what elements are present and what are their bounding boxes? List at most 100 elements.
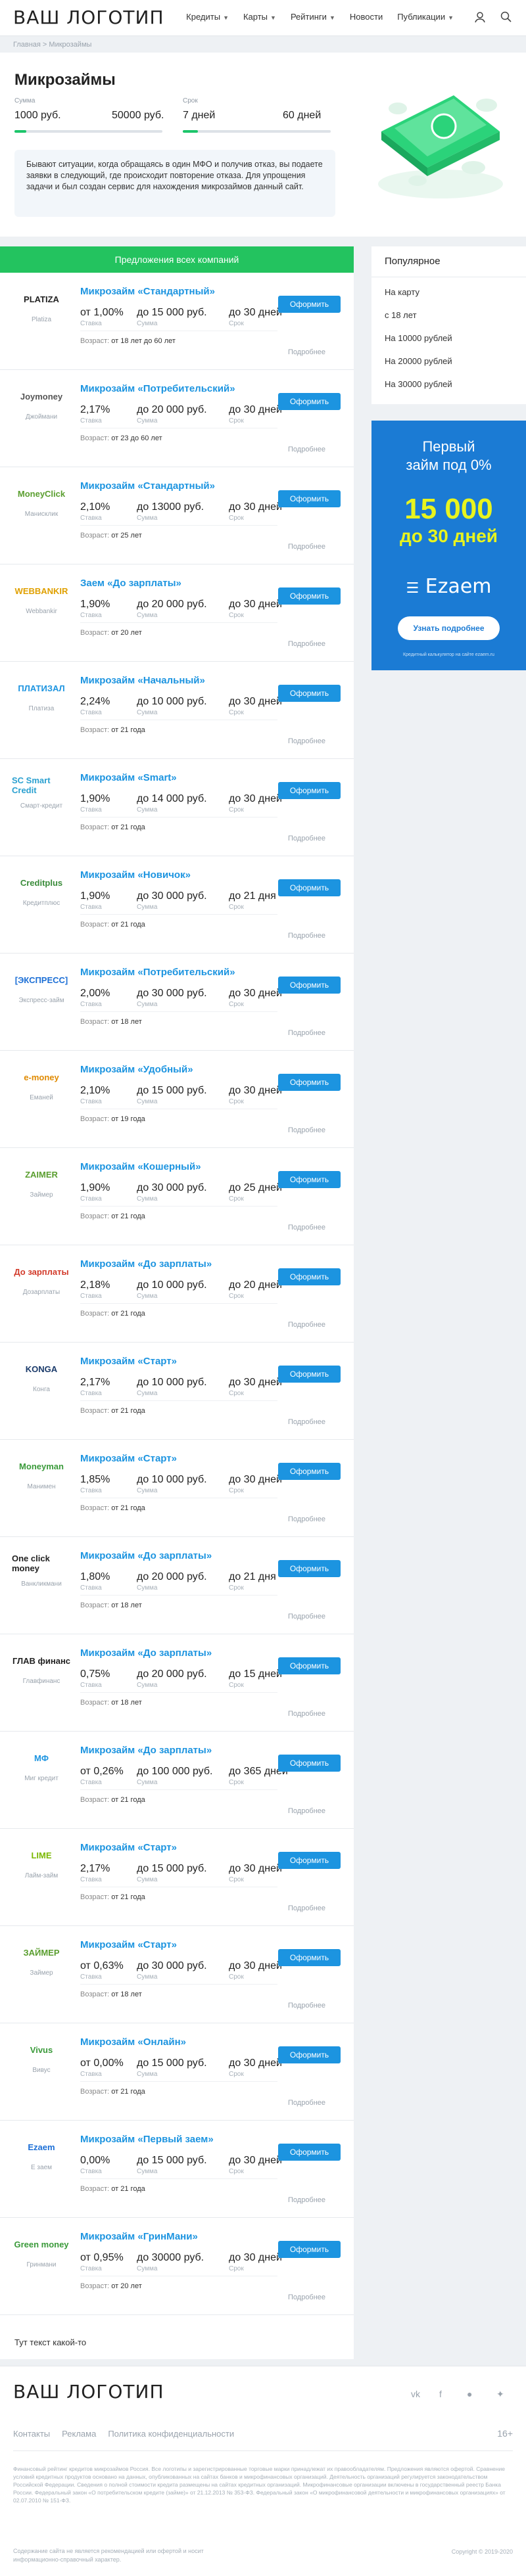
apply-button[interactable]: Оформить bbox=[278, 1560, 341, 1577]
details-link[interactable]: Подробнее bbox=[288, 1029, 325, 1037]
apply-button[interactable]: Оформить bbox=[278, 685, 341, 702]
details-link[interactable]: Подробнее bbox=[288, 1807, 325, 1815]
banner-button[interactable]: Узнать подробнее bbox=[398, 616, 500, 640]
offer-title[interactable]: Микрозайм «Потребительский» bbox=[80, 383, 235, 394]
user-icon[interactable] bbox=[473, 11, 487, 24]
vk-icon[interactable]: vk bbox=[411, 2389, 420, 2399]
apply-button[interactable]: Оформить bbox=[278, 977, 341, 994]
details-link[interactable]: Подробнее bbox=[288, 348, 325, 356]
sidebar-item-18[interactable]: с 18 лет bbox=[385, 310, 417, 320]
company-logo[interactable]: [ЭКСПРЕСС] bbox=[12, 967, 71, 993]
apply-button[interactable]: Оформить bbox=[278, 2144, 341, 2161]
company-logo[interactable]: e-money bbox=[12, 1064, 71, 1090]
company-logo[interactable]: ЗАЙМЕР bbox=[12, 1939, 71, 1966]
details-link[interactable]: Подробнее bbox=[288, 1710, 325, 1718]
offer-title[interactable]: Микрозайм «Начальный» bbox=[80, 675, 205, 686]
details-link[interactable]: Подробнее bbox=[288, 932, 325, 940]
apply-button[interactable]: Оформить bbox=[278, 587, 341, 605]
nav-cards[interactable]: Карты ▼ bbox=[243, 12, 276, 22]
apply-button[interactable]: Оформить bbox=[278, 2241, 341, 2258]
company-logo[interactable]: До зарплаты bbox=[12, 1258, 71, 1285]
twitter-icon[interactable]: ✦ bbox=[496, 2389, 504, 2400]
details-link[interactable]: Подробнее bbox=[288, 446, 325, 453]
offer-title[interactable]: Микрозайм «Онлайн» bbox=[80, 2036, 186, 2048]
sidebar-item-card[interactable]: На карту bbox=[385, 287, 419, 297]
company-logo[interactable]: MoneyClick bbox=[12, 480, 71, 507]
offer-title[interactable]: Микрозайм «ГринМани» bbox=[80, 2231, 198, 2242]
company-logo[interactable]: PLATIZA bbox=[12, 286, 71, 312]
details-link[interactable]: Подробнее bbox=[288, 2293, 325, 2301]
footer-link-ads[interactable]: Реклама bbox=[62, 2429, 96, 2439]
company-logo[interactable]: Creditplus bbox=[12, 869, 71, 896]
company-logo[interactable]: LIME bbox=[12, 1842, 71, 1868]
offer-title[interactable]: Микрозайм «Старт» bbox=[80, 1453, 177, 1464]
apply-button[interactable]: Оформить bbox=[278, 490, 341, 507]
offer-title[interactable]: Микрозайм «Новичок» bbox=[80, 869, 191, 881]
sum-slider[interactable] bbox=[14, 130, 162, 133]
apply-button[interactable]: Оформить bbox=[278, 782, 341, 799]
details-link[interactable]: Подробнее bbox=[288, 2196, 325, 2204]
breadcrumb[interactable]: Главная > Микрозаймы bbox=[13, 41, 91, 49]
details-link[interactable]: Подробнее bbox=[288, 1613, 325, 1621]
details-link[interactable]: Подробнее bbox=[288, 1418, 325, 1426]
company-logo[interactable]: ZAIMER bbox=[12, 1161, 71, 1187]
offer-title[interactable]: Микрозайм «Smart» bbox=[80, 772, 177, 783]
details-link[interactable]: Подробнее bbox=[288, 1904, 325, 1912]
company-logo[interactable]: Vivus bbox=[12, 2036, 71, 2063]
company-logo[interactable]: SC Smart Credit bbox=[12, 772, 71, 798]
offer-title[interactable]: Микрозайм «Удобный» bbox=[80, 1064, 193, 1075]
offer-title[interactable]: Микрозайм «Старт» bbox=[80, 1939, 177, 1950]
company-logo[interactable]: МФ bbox=[12, 1745, 71, 1771]
search-icon[interactable] bbox=[500, 11, 513, 24]
details-link[interactable]: Подробнее bbox=[288, 835, 325, 842]
apply-button[interactable]: Оформить bbox=[278, 1074, 341, 1091]
details-link[interactable]: Подробнее bbox=[288, 1224, 325, 1231]
company-logo[interactable]: KONGA bbox=[12, 1356, 71, 1382]
details-link[interactable]: Подробнее bbox=[288, 1321, 325, 1329]
odnoklassniki-icon[interactable]: ● bbox=[467, 2389, 472, 2399]
offer-title[interactable]: Микрозайм «Кошерный» bbox=[80, 1161, 201, 1172]
company-logo[interactable]: One click money bbox=[12, 1550, 71, 1576]
details-link[interactable]: Подробнее bbox=[288, 1515, 325, 1523]
sidebar-item-20000[interactable]: На 20000 рублей bbox=[385, 356, 452, 366]
company-logo[interactable]: ПЛАТИЗАЛ bbox=[12, 675, 71, 701]
apply-button[interactable]: Оформить bbox=[278, 1949, 341, 1966]
nav-news[interactable]: Новости bbox=[350, 12, 383, 22]
nav-publications[interactable]: Публикации ▼ bbox=[397, 12, 454, 22]
apply-button[interactable]: Оформить bbox=[278, 1852, 341, 1869]
offer-title[interactable]: Микрозайм «До зарплаты» bbox=[80, 1745, 212, 1756]
details-link[interactable]: Подробнее bbox=[288, 543, 325, 551]
company-logo[interactable]: WEBBANKIR bbox=[12, 578, 71, 604]
offer-title[interactable]: Микрозайм «Потребительский» bbox=[80, 967, 235, 978]
offer-title[interactable]: Микрозайм «До зарплаты» bbox=[80, 1258, 212, 1270]
company-logo[interactable]: Joymoney bbox=[12, 383, 71, 409]
apply-button[interactable]: Оформить bbox=[278, 2046, 341, 2063]
offer-title[interactable]: Микрозайм «Первый заем» bbox=[80, 2134, 214, 2145]
apply-button[interactable]: Оформить bbox=[278, 879, 341, 896]
offer-title[interactable]: Микрозайм «Старт» bbox=[80, 1842, 177, 1853]
company-logo[interactable]: Moneyman bbox=[12, 1453, 71, 1479]
apply-button[interactable]: Оформить bbox=[278, 1171, 341, 1188]
company-logo[interactable]: Ezaem bbox=[12, 2134, 71, 2160]
facebook-icon[interactable]: f bbox=[439, 2389, 442, 2399]
offer-title[interactable]: Микрозайм «Стандартный» bbox=[80, 286, 215, 297]
apply-button[interactable]: Оформить bbox=[278, 1268, 341, 1285]
offer-title[interactable]: Микрозайм «До зарплаты» bbox=[80, 1550, 212, 1561]
company-logo[interactable]: ГЛАВ финанс bbox=[12, 1647, 71, 1674]
apply-button[interactable]: Оформить bbox=[278, 296, 341, 313]
details-link[interactable]: Подробнее bbox=[288, 737, 325, 745]
apply-button[interactable]: Оформить bbox=[278, 1366, 341, 1383]
apply-button[interactable]: Оформить bbox=[278, 1755, 341, 1772]
details-link[interactable]: Подробнее bbox=[288, 2099, 325, 2107]
apply-button[interactable]: Оформить bbox=[278, 1657, 341, 1674]
details-link[interactable]: Подробнее bbox=[288, 1126, 325, 1134]
offer-title[interactable]: Микрозайм «До зарплаты» bbox=[80, 1647, 212, 1659]
ad-banner[interactable]: Первый займ под 0% 15 000 до 30 дней ☰ Ez… bbox=[371, 421, 526, 670]
details-link[interactable]: Подробнее bbox=[288, 2002, 325, 2010]
nav-ratings[interactable]: Рейтинги ▼ bbox=[291, 12, 335, 22]
footer-link-contacts[interactable]: Контакты bbox=[13, 2429, 50, 2439]
offer-title[interactable]: Микрозайм «Стандартный» bbox=[80, 480, 215, 492]
offer-title[interactable]: Микрозайм «Старт» bbox=[80, 1356, 177, 1367]
site-logo[interactable]: ВАШ ЛОГОТИП bbox=[13, 7, 164, 28]
apply-button[interactable]: Оформить bbox=[278, 393, 341, 410]
